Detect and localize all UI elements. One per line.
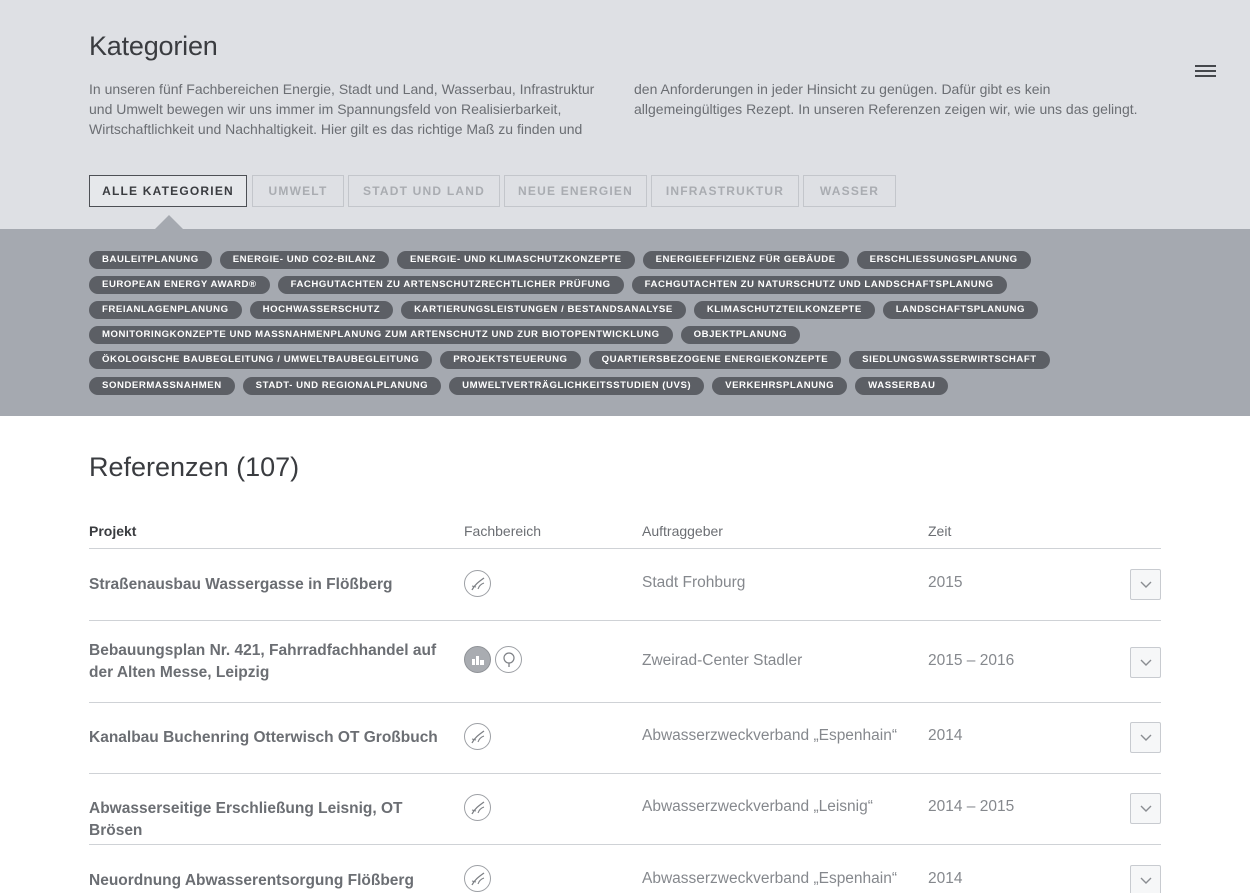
category-header: Kategorien In unseren fünf Fachbereichen… [0,0,1250,229]
subcategory-tag-band: BAULEITPLANUNG ENERGIE- UND CO2-BILANZ E… [0,229,1250,416]
wasser-icon [464,865,491,892]
tab-umwelt[interactable]: UMWELT [252,175,344,207]
expand-row-button[interactable] [1130,647,1161,678]
tag-stadt-regionalplanung[interactable]: STADT- UND REGIONALPLANUNG [242,377,442,395]
project-name[interactable]: Neuordnung Abwasserentsorgung Flößberg [89,870,454,892]
tag-row: MONITORINGKONZEPTE UND MASSNAHMENPLANUNG… [89,326,801,344]
project-period: 2015 [928,574,963,591]
chevron-down-icon [1140,734,1152,741]
table-row[interactable]: Kanalbau Buchenring Otterwisch OT Großbu… [89,703,1161,774]
client-name: Abwasserzweckverband „Espenhain“ [642,870,898,887]
chevron-down-icon [1140,805,1152,812]
tab-stadt-und-land[interactable]: STADT UND LAND [348,175,500,207]
expand-row-button[interactable] [1130,722,1161,753]
tag-energieeffizienz[interactable]: ENERGIEEFFIZIENZ FÜR GEBÄUDE [642,251,849,269]
chevron-down-icon [1140,659,1152,666]
tag-siedlungswasserwirtschaft[interactable]: SIEDLUNGSWASSERWIRTSCHAFT [849,351,1050,369]
tag-kartierungsleistungen[interactable]: KARTIERUNGSLEISTUNGEN / BESTANDSANALYSE [401,301,686,319]
tag-quartiersbezogene-energiekonzepte[interactable]: QUARTIERSBEZOGENE ENERGIEKONZEPTE [588,351,842,369]
intro-text-col2: den Anforderungen in jeder Hinsicht zu g… [634,81,1138,117]
column-header-fachbereich[interactable]: Fachbereich [464,523,541,539]
client-name: Zweirad-Center Stadler [642,652,803,669]
fachbereich-icons [464,570,491,597]
tab-wasser[interactable]: WASSER [803,175,896,207]
wasser-icon [464,570,491,597]
tag-objektplanung[interactable]: OBJEKTPLANUNG [680,326,801,344]
tab-alle-kategorien[interactable]: ALLE KATEGORIEN [89,175,247,207]
page-title: Kategorien [89,31,218,61]
tag-row: ÖKOLOGISCHE BAUBEGLEITUNG / UMWELTBAUBEG… [89,351,1050,369]
project-period: 2014 [928,870,963,887]
tag-row: SONDERMASSNAHMEN STADT- UND REGIONALPLAN… [89,377,949,395]
tag-european-energy-award[interactable]: EUROPEAN ENERGY AWARD® [89,276,270,294]
tag-row: BAULEITPLANUNG ENERGIE- UND CO2-BILANZ E… [89,251,1031,269]
tab-infrastruktur[interactable]: INFRASTRUKTUR [651,175,799,207]
tag-monitoringkonzepte[interactable]: MONITORINGKONZEPTE UND MASSNAHMENPLANUNG… [89,326,673,344]
umwelt-tree-icon [495,646,522,673]
column-header-zeit[interactable]: Zeit [928,523,951,539]
active-tab-pointer [155,215,183,229]
tag-klimaschutzteilkonzepte[interactable]: KLIMASCHUTZTEILKONZEPTE [693,301,875,319]
wasser-icon [464,723,491,750]
tag-oekologische-baubegleitung[interactable]: ÖKOLOGISCHE BAUBEGLEITUNG / UMWELTBAUBEG… [89,351,433,369]
fachbereich-icons [464,646,522,673]
tag-klimaschutzkonzepte[interactable]: ENERGIE- UND KLIMASCHUTZKONZEPTE [396,251,635,269]
tab-neue-energien[interactable]: NEUE ENERGIEN [504,175,647,207]
project-period: 2014 [928,727,963,744]
tag-verkehrsplanung[interactable]: VERKEHRSPLANUNG [712,377,848,395]
project-name[interactable]: Abwasserseitige Erschließung Leisnig, OT… [89,798,454,842]
tag-fachgutachten-artenschutz[interactable]: FACHGUTACHTEN ZU ARTENSCHUTZRECHTLICHER … [277,276,624,294]
table-row[interactable]: Bebauungsplan Nr. 421, Fahrradfachhandel… [89,621,1161,703]
tag-uvs[interactable]: UMWELTVERTRÄGLICHKEITSSTUDIEN (UVS) [449,377,705,395]
client-name: Stadt Frohburg [642,574,746,591]
references-title: Referenzen (107) [89,452,300,482]
project-period: 2014 – 2015 [928,798,1015,815]
tag-sondermassnahmen[interactable]: SONDERMASSNAHMEN [89,377,235,395]
tag-hochwasserschutz[interactable]: HOCHWASSERSCHUTZ [249,301,394,319]
column-header-projekt[interactable]: Projekt [89,523,136,539]
tag-erschliessungsplanung[interactable]: ERSCHLIESSUNGSPLANUNG [856,251,1031,269]
tag-freianlagenplanung[interactable]: FREIANLAGENPLANUNG [89,301,242,319]
tag-row: FREIANLAGENPLANUNG HOCHWASSERSCHUTZ KART… [89,301,1039,319]
table-row[interactable]: Abwasserseitige Erschließung Leisnig, OT… [89,774,1161,845]
references-table-header: Projekt Fachbereich Auftraggeber Zeit [89,521,1161,549]
expand-row-button[interactable] [1130,793,1161,824]
chevron-down-icon [1140,877,1152,884]
project-name[interactable]: Straßenausbau Wassergasse in Flößberg [89,574,454,596]
tag-row: EUROPEAN ENERGY AWARD® FACHGUTACHTEN ZU … [89,276,1007,294]
tag-projektsteuerung[interactable]: PROJEKTSTEUERUNG [440,351,581,369]
expand-row-button[interactable] [1130,569,1161,600]
hamburger-menu-icon[interactable] [1195,64,1216,80]
chevron-down-icon [1140,581,1152,588]
stadt-und-land-icon [464,646,491,673]
column-header-auftraggeber[interactable]: Auftraggeber [642,523,723,539]
fachbereich-icons [464,794,491,821]
fachbereich-icons [464,723,491,750]
table-row[interactable]: Neuordnung Abwasserentsorgung Flößberg A… [89,845,1161,893]
table-row[interactable]: Straßenausbau Wassergasse in Flößberg St… [89,550,1161,621]
project-name[interactable]: Bebauungsplan Nr. 421, Fahrradfachhandel… [89,640,454,684]
project-name[interactable]: Kanalbau Buchenring Otterwisch OT Großbu… [89,727,454,749]
intro-text-col1: In unseren fünf Fachbereichen Energie, S… [89,81,595,137]
tag-bauleitplanung[interactable]: BAULEITPLANUNG [89,251,212,269]
client-name: Abwasserzweckverband „Espenhain“ [642,727,898,744]
tag-energie-co2-bilanz[interactable]: ENERGIE- UND CO2-BILANZ [219,251,389,269]
client-name: Abwasserzweckverband „Leisnig“ [642,798,873,815]
wasser-icon [464,794,491,821]
tag-fachgutachten-naturschutz[interactable]: FACHGUTACHTEN ZU NATURSCHUTZ UND LANDSCH… [631,276,1007,294]
tag-wasserbau[interactable]: WASSERBAU [855,377,949,395]
project-period: 2015 – 2016 [928,652,1015,669]
fachbereich-icons [464,865,491,892]
expand-row-button[interactable] [1130,865,1161,893]
tag-landschaftsplanung[interactable]: LANDSCHAFTSPLANUNG [882,301,1039,319]
